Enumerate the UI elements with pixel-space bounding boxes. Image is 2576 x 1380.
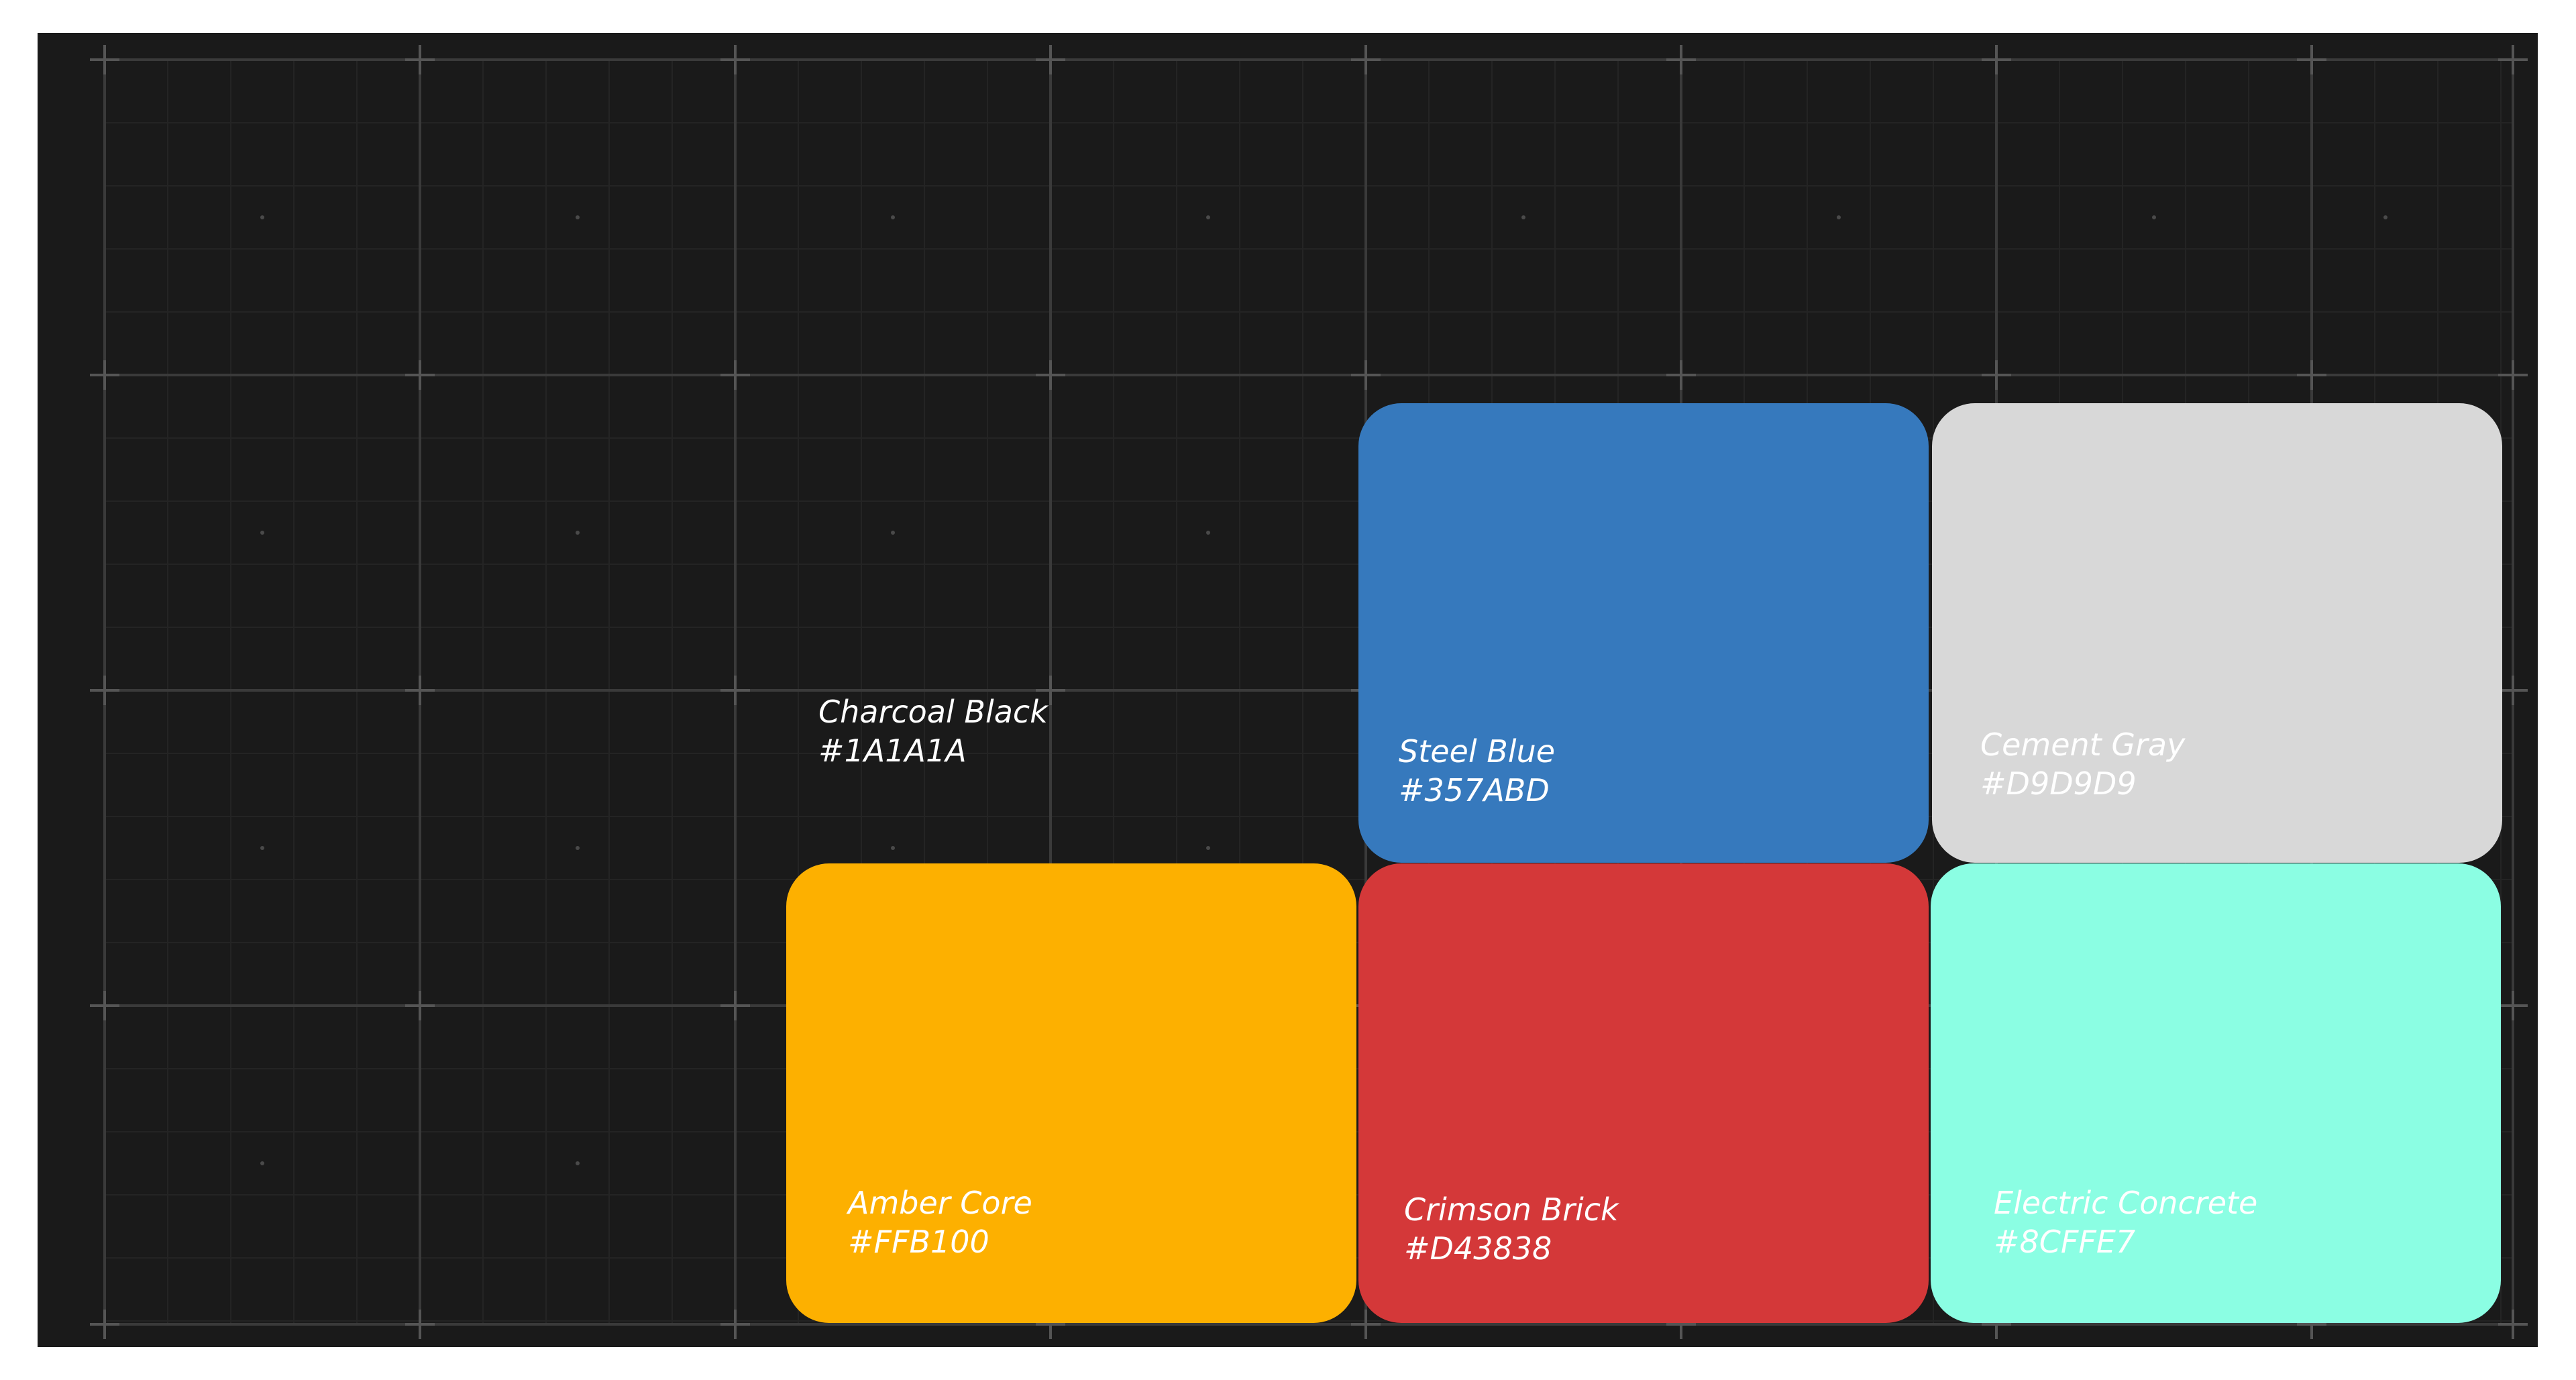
swatch-label: Electric Concrete #8CFFE7 (1994, 1183, 2257, 1261)
grid-dot (260, 531, 264, 535)
swatch-name: Electric Concrete (1994, 1185, 2258, 1221)
grid-dot (1521, 215, 1525, 219)
grid-dot (2383, 215, 2387, 219)
palette-canvas: Charcoal Black #1A1A1A Steel Blue #357AB… (38, 33, 2538, 1347)
grid-dot (891, 531, 895, 535)
grid-dot (2152, 215, 2156, 219)
swatch-name: Steel Blue (1399, 733, 1556, 769)
grid-dot (576, 846, 580, 850)
grid-dot (576, 215, 580, 219)
swatch-hex: #8CFFE7 (1994, 1224, 2136, 1260)
grid-dot (1837, 215, 1841, 219)
grid-dot (1206, 531, 1210, 535)
grid-dot (1206, 846, 1210, 850)
grid-dot (891, 215, 895, 219)
swatch-name: Cement Gray (1980, 727, 2186, 763)
swatch-hex: #1A1A1A (818, 733, 967, 769)
grid-dot (576, 531, 580, 535)
grid-dot (576, 1161, 580, 1165)
swatch-label: Crimson Brick #D43838 (1404, 1190, 1619, 1268)
grid-dot (891, 846, 895, 850)
swatch-crimson-brick: Crimson Brick #D43838 (1358, 863, 1929, 1323)
grid-dot (1206, 215, 1210, 219)
swatch-cement-gray: Cement Gray #D9D9D9 (1932, 403, 2502, 863)
grid-dot (260, 215, 264, 219)
swatch-label: Cement Gray #D9D9D9 (1980, 725, 2185, 803)
swatch-hex: #D9D9D9 (1980, 765, 2137, 802)
swatch-name: Amber Core (848, 1185, 1032, 1221)
swatch-hex: #FFB100 (848, 1224, 989, 1260)
grid-dot (260, 1161, 264, 1165)
swatch-name: Charcoal Black (818, 694, 1048, 730)
grid-dot (260, 846, 264, 850)
swatch-hex: #357ABD (1399, 772, 1550, 808)
swatch-steel-blue: Steel Blue #357ABD (1358, 403, 1929, 863)
charcoal-black-label: Charcoal Black #1A1A1A (818, 692, 1048, 770)
swatch-label: Steel Blue #357ABD (1399, 732, 1555, 810)
swatch-electric-concrete: Electric Concrete #8CFFE7 (1931, 863, 2501, 1323)
swatch-label: Amber Core #FFB100 (848, 1183, 1032, 1261)
swatch-name: Crimson Brick (1404, 1191, 1619, 1228)
swatch-hex: #D43838 (1404, 1230, 1552, 1267)
swatch-amber-core: Amber Core #FFB100 (786, 863, 1356, 1323)
